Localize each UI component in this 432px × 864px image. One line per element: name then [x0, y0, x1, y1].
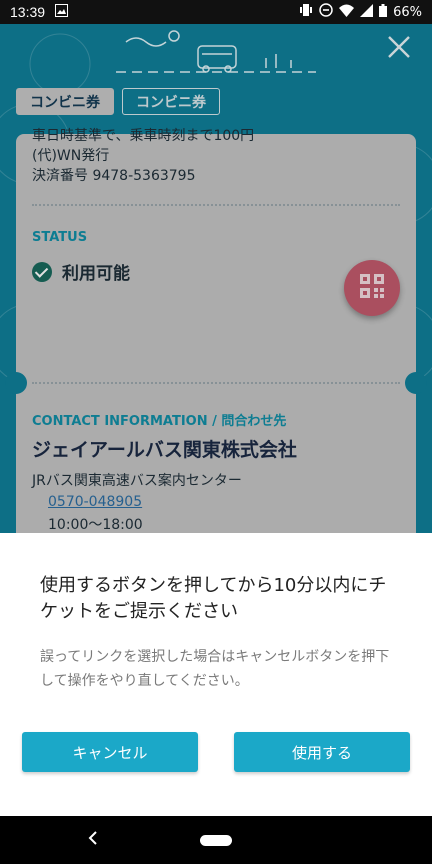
battery-percent: 66%	[393, 4, 422, 20]
signal-icon	[360, 3, 374, 21]
status-bar: 13:39 66%	[0, 0, 432, 24]
status-time: 13:39	[10, 4, 46, 20]
gallery-notification-icon	[55, 3, 69, 21]
do-not-disturb-icon	[319, 3, 333, 21]
use-button[interactable]: 使用する	[234, 732, 410, 772]
battery-icon	[379, 3, 388, 21]
wifi-icon	[339, 4, 355, 21]
vibrate-icon	[299, 3, 313, 21]
cancel-button[interactable]: キャンセル	[22, 732, 198, 772]
home-pill-icon[interactable]	[200, 835, 232, 846]
dialog-message: 誤ってリンクを選択した場合はキャンセルボタンを押下して操作をやり直してください。	[40, 649, 390, 689]
confirm-dialog: 使用するボタンを押してから10分以内にチケットをご提示ください 誤ってリンクを選…	[0, 533, 432, 816]
back-icon[interactable]	[88, 830, 98, 849]
dialog-title: 使用するボタンを押してから10分以内にチケットをご提示ください	[40, 575, 387, 622]
navigation-bar	[0, 816, 432, 864]
